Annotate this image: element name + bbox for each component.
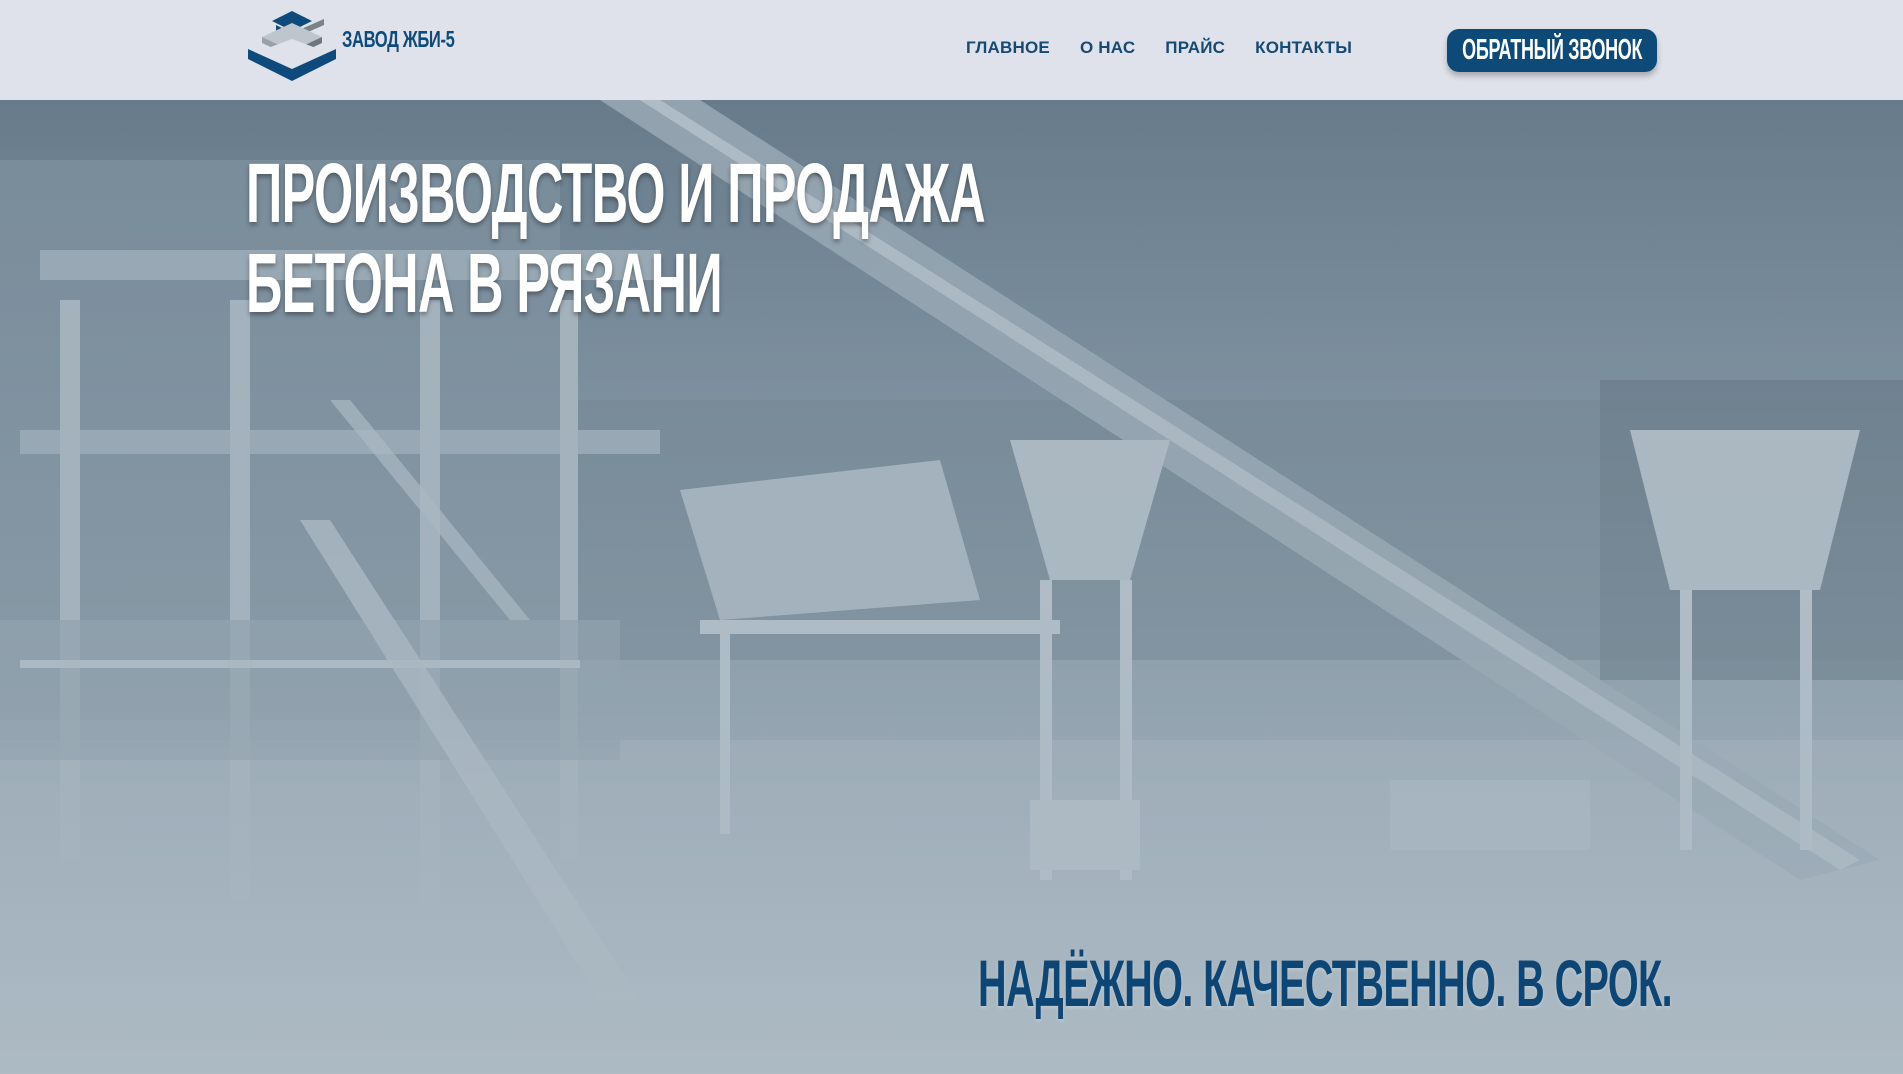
nav-item-home[interactable]: ГЛАВНОЕ [966, 38, 1050, 62]
hero-section: ПРОИЗВОДСТВО И ПРОДАЖА БЕТОНА В РЯЗАНИ Н… [0, 100, 1903, 1074]
site-header: ЗАВОД ЖБИ-5 ГЛАВНОЕ О НАС ПРАЙС КОНТАКТЫ… [0, 0, 1903, 100]
hero-slogan: НАДЁЖНО. КАЧЕСТВЕННО. В СРОК. [978, 946, 1673, 1020]
logo-link[interactable]: ЗАВОД ЖБИ-5 [246, 8, 456, 86]
callback-button-label: ОБРАТНЫЙ ЗВОНОК [1462, 34, 1642, 66]
nav-item-contacts[interactable]: КОНТАКТЫ [1255, 38, 1352, 62]
nav-item-price[interactable]: ПРАЙС [1165, 38, 1225, 62]
nav-item-about[interactable]: О НАС [1080, 38, 1135, 62]
page: ЗАВОД ЖБИ-5 ГЛАВНОЕ О НАС ПРАЙС КОНТАКТЫ… [0, 0, 1903, 1074]
hero-title: ПРОИЗВОДСТВО И ПРОДАЖА БЕТОНА В РЯЗАНИ [246, 146, 986, 330]
logo-icon [248, 11, 336, 81]
hero-title-line-2: БЕТОНА В РЯЗАНИ [246, 236, 723, 330]
main-nav: ГЛАВНОЕ О НАС ПРАЙС КОНТАКТЫ [966, 38, 1352, 62]
logo-text: ЗАВОД ЖБИ-5 [342, 25, 455, 52]
hero-title-line-1: ПРОИЗВОДСТВО И ПРОДАЖА [246, 146, 986, 240]
callback-button[interactable]: ОБРАТНЫЙ ЗВОНОК [1447, 29, 1657, 72]
